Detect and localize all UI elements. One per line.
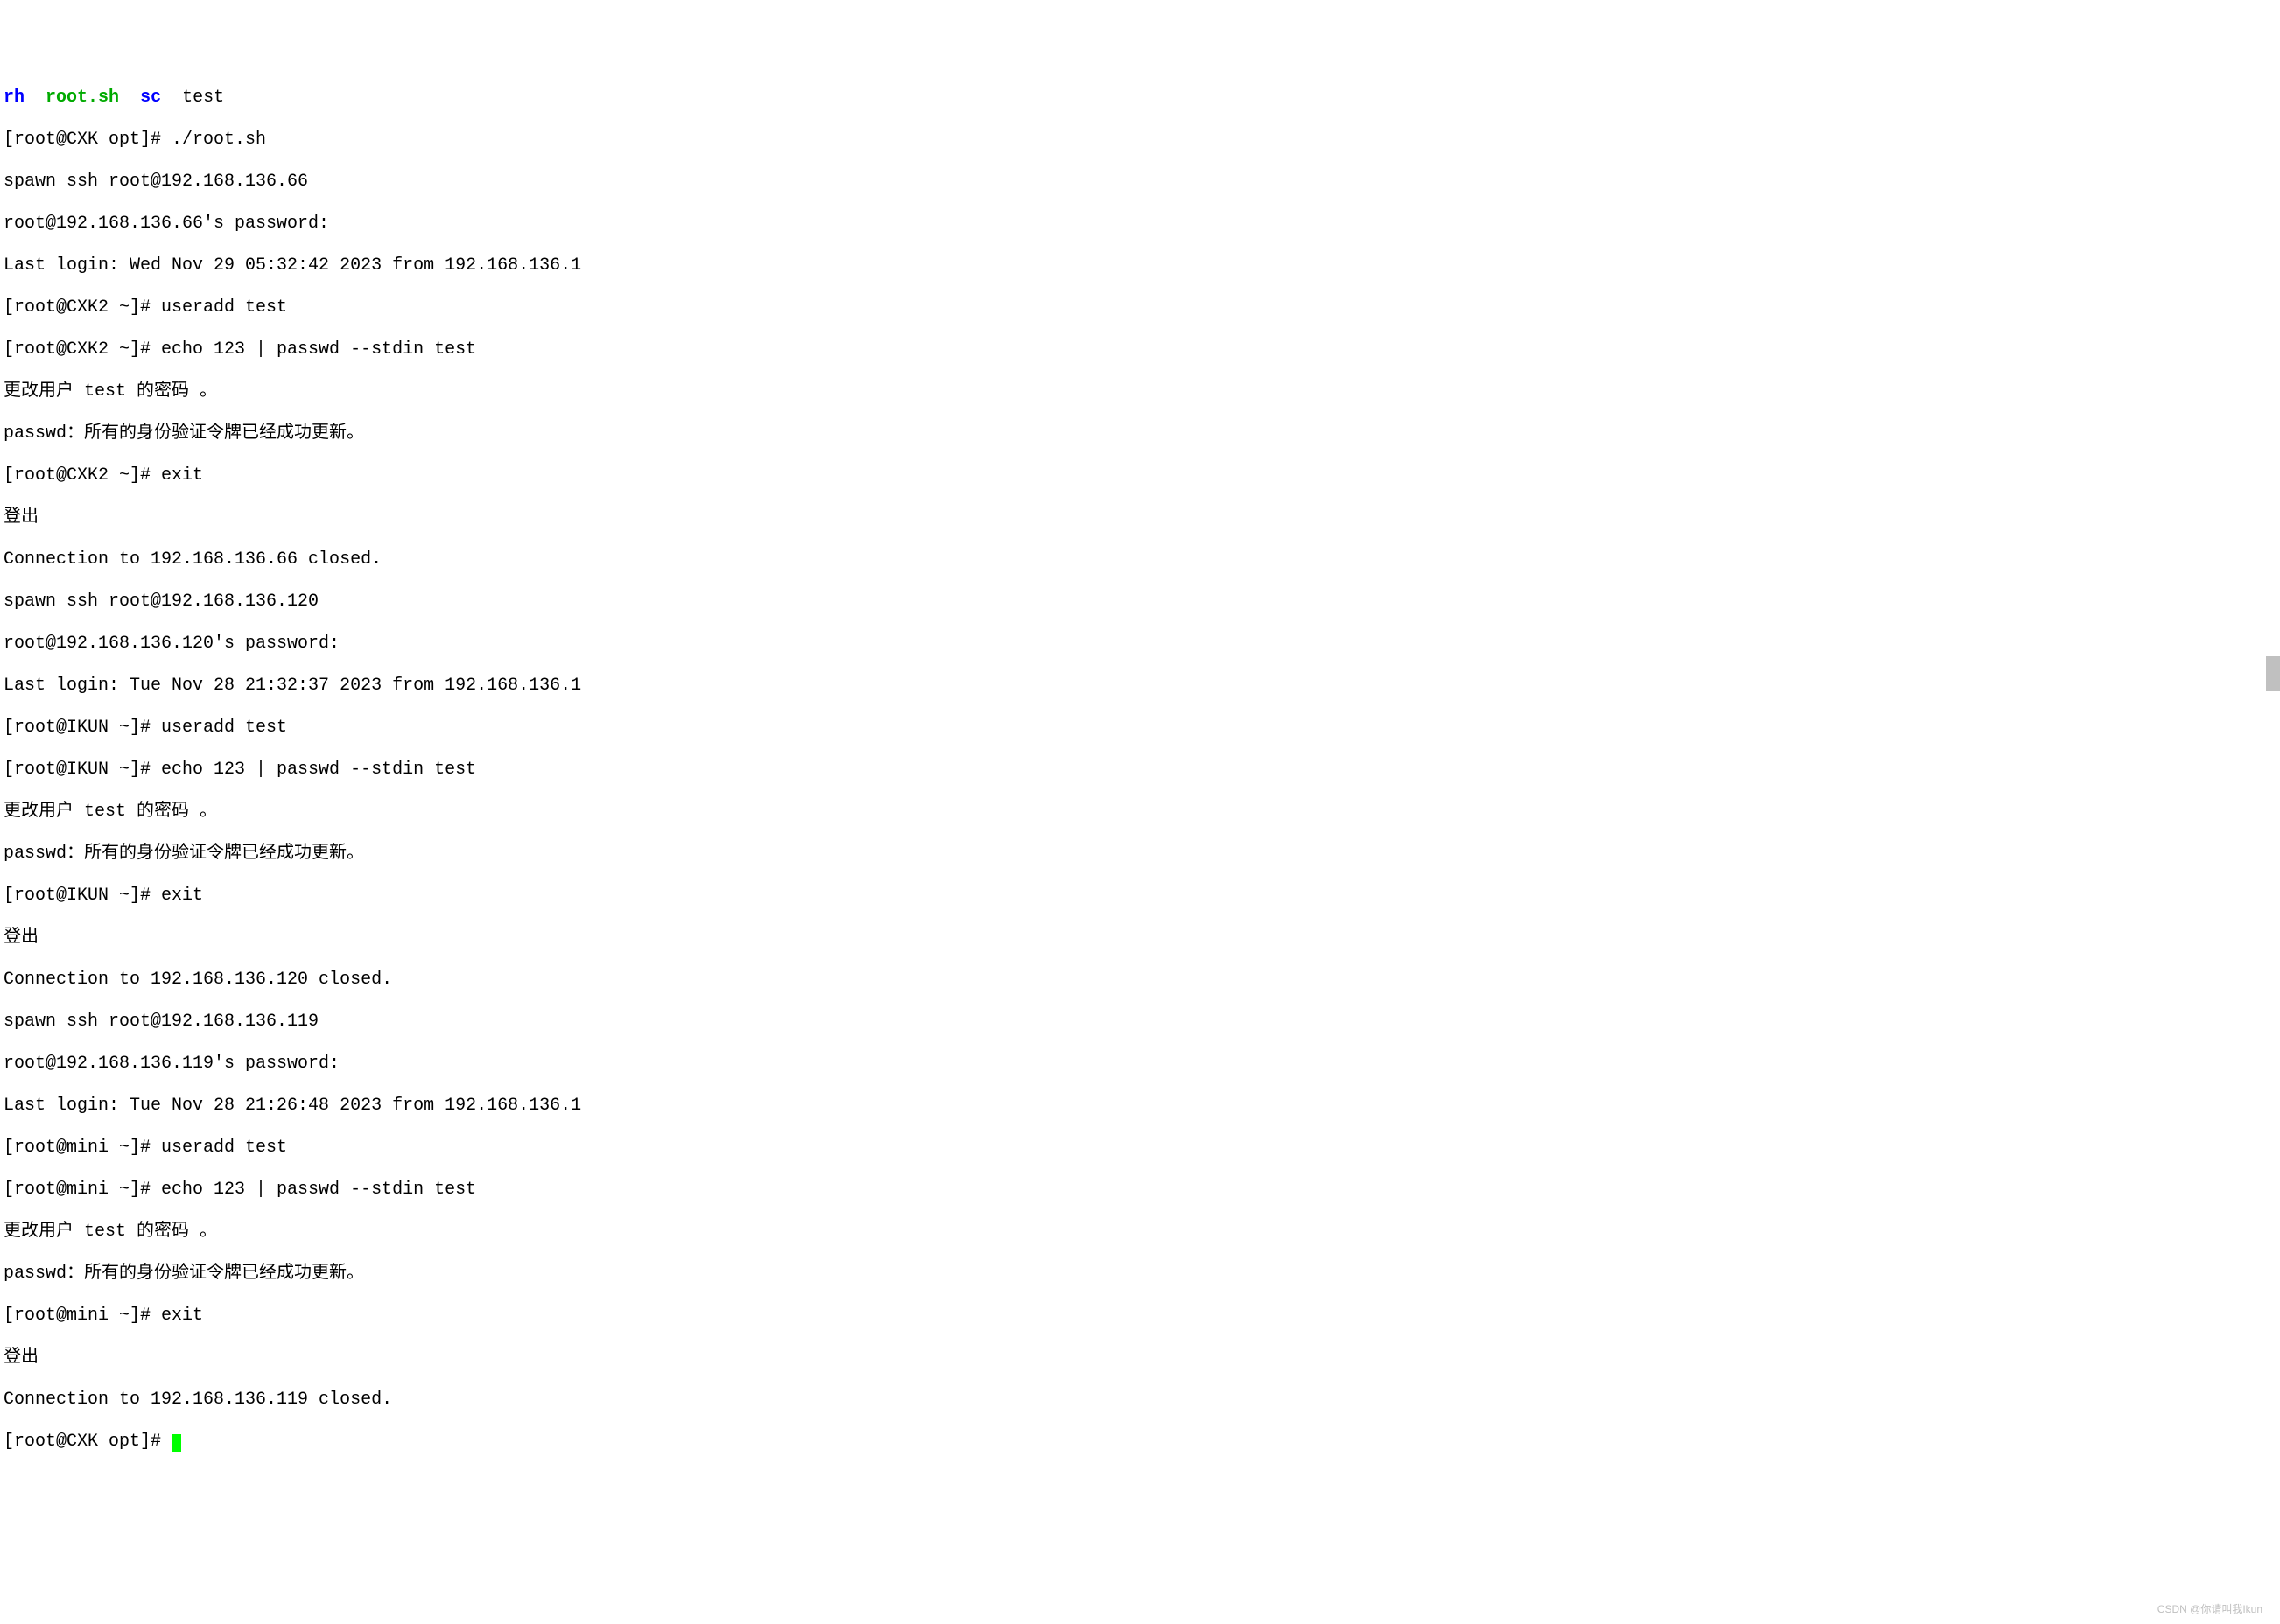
terminal-output-line: root@192.168.136.120's password:: [4, 634, 2276, 654]
watermark-text: CSDN @你请叫我Ikun: [2157, 1603, 2262, 1615]
terminal-output-line: Connection to 192.168.136.120 closed.: [4, 970, 2276, 990]
terminal-output-line: spawn ssh root@192.168.136.66: [4, 172, 2276, 192]
terminal-output-line: Connection to 192.168.136.119 closed.: [4, 1390, 2276, 1410]
prompt-text: [root@CXK opt]#: [4, 1432, 172, 1452]
file-listing-line: rh root.sh sc test: [4, 88, 2276, 108]
scrollbar-thumb[interactable]: [2266, 656, 2280, 691]
terminal-output-line: [root@IKUN ~]# echo 123 | passwd --stdin…: [4, 760, 2276, 780]
terminal-output-line: Last login: Tue Nov 28 21:32:37 2023 fro…: [4, 676, 2276, 696]
terminal-output-line: [root@CXK2 ~]# useradd test: [4, 298, 2276, 318]
terminal-output-line: 登出: [4, 928, 2276, 948]
terminal-output-line: Last login: Tue Nov 28 21:26:48 2023 fro…: [4, 1096, 2276, 1116]
terminal-output-line: Connection to 192.168.136.66 closed.: [4, 550, 2276, 570]
file-root-sh: root.sh: [46, 88, 119, 108]
terminal-output-line: [root@CXK opt]# ./root.sh: [4, 130, 2276, 150]
file-rh: rh: [4, 88, 25, 108]
terminal-output-line: [root@IKUN ~]# useradd test: [4, 718, 2276, 738]
terminal-output-line: [root@mini ~]# echo 123 | passwd --stdin…: [4, 1180, 2276, 1200]
terminal-output-line: spawn ssh root@192.168.136.120: [4, 592, 2276, 612]
terminal-output-line: 登出: [4, 508, 2276, 528]
terminal-prompt-line[interactable]: [root@CXK opt]#: [4, 1432, 2276, 1452]
terminal-output-line: root@192.168.136.119's password:: [4, 1054, 2276, 1074]
terminal-output-line: [root@CXK2 ~]# exit: [4, 466, 2276, 486]
terminal-output-line: passwd：所有的身份验证令牌已经成功更新。: [4, 424, 2276, 444]
terminal-output-line: [root@mini ~]# useradd test: [4, 1138, 2276, 1158]
terminal-output-line: [root@IKUN ~]# exit: [4, 886, 2276, 906]
terminal-output-line: 更改用户 test 的密码 。: [4, 802, 2276, 822]
terminal-output-line: spawn ssh root@192.168.136.119: [4, 1012, 2276, 1032]
terminal-output-line: passwd：所有的身份验证令牌已经成功更新。: [4, 844, 2276, 864]
file-sc: sc: [140, 88, 161, 108]
terminal-output-line: 登出: [4, 1348, 2276, 1368]
file-test: test: [182, 88, 224, 108]
terminal-output-line: passwd：所有的身份验证令牌已经成功更新。: [4, 1264, 2276, 1284]
cursor-icon: [172, 1434, 181, 1452]
terminal-output-line: root@192.168.136.66's password:: [4, 214, 2276, 234]
terminal-output-line: Last login: Wed Nov 29 05:32:42 2023 fro…: [4, 256, 2276, 276]
terminal-output-line: 更改用户 test 的密码 。: [4, 382, 2276, 402]
terminal-output-line: [root@CXK2 ~]# echo 123 | passwd --stdin…: [4, 340, 2276, 360]
terminal-output-line: [root@mini ~]# exit: [4, 1306, 2276, 1326]
terminal-output-line: 更改用户 test 的密码 。: [4, 1222, 2276, 1242]
